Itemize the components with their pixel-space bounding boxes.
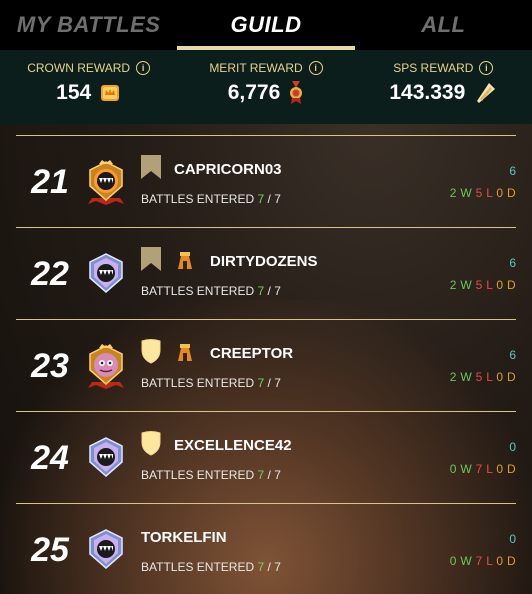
guild-battles-panel: MY BATTLES GUILD ALL CROWN REWARD i 154 … — [0, 0, 532, 594]
diamond-league-icon — [89, 529, 123, 569]
score-value: 6 — [509, 256, 516, 270]
sps-reward-label: SPS REWARD — [393, 61, 474, 75]
battles-entered: BATTLES ENTERED 7 / 7 — [141, 284, 281, 298]
battle-stats: 6 2 W 5 L 0 D — [449, 164, 516, 200]
player-name[interactable]: DIRTYDOZENS — [210, 253, 318, 270]
sps-token-icon — [477, 83, 496, 103]
score-value: 6 — [509, 348, 516, 362]
leaderboard-row[interactable]: 24 EXCELLENCE42 BATTLES ENTERED 7 / 7 0 … — [16, 411, 516, 504]
diamond-league-icon — [89, 437, 123, 477]
guild-shield-icon — [141, 431, 161, 456]
battles-entered: BATTLES ENTERED 7 / 7 — [141, 468, 281, 482]
rank-number: 22 — [31, 254, 69, 293]
score-value: 6 — [509, 164, 516, 178]
tab-my-battles[interactable]: MY BATTLES — [0, 0, 177, 50]
player-name[interactable]: CAPRICORN03 — [174, 161, 282, 178]
leaderboard-row[interactable]: 25 TORKELFIN BATTLES ENTERED 7 / 7 0 0 W… — [16, 503, 516, 594]
sps-reward: SPS REWARD i 143.339 — [355, 50, 532, 124]
rank-number: 21 — [31, 162, 69, 201]
gold-league-icon — [88, 160, 124, 205]
guild-tower-icon — [178, 344, 192, 361]
diamond-league-icon — [89, 253, 123, 293]
battle-stats: 0 0 W 7 L 0 D — [449, 440, 516, 476]
merit-reward-value: 6,776 — [227, 81, 281, 104]
merit-reward-label: MERIT REWARD — [209, 61, 303, 75]
player-avatar-icon — [88, 344, 124, 389]
rank-number: 23 — [31, 346, 69, 385]
battles-entered: BATTLES ENTERED 7 / 7 — [141, 192, 281, 206]
info-icon[interactable]: i — [136, 61, 151, 75]
player-name[interactable]: CREEPTOR — [210, 345, 293, 362]
tab-guild[interactable]: GUILD — [177, 0, 355, 50]
player-name[interactable]: EXCELLENCE42 — [174, 437, 292, 454]
crown-reward: CROWN REWARD i 154 — [0, 50, 177, 124]
score-value: 0 — [509, 532, 516, 546]
leaderboard-row[interactable]: 21 CAPRICORN03 BATTLES ENTERED 7 / 7 6 2… — [16, 135, 516, 228]
battles-entered: BATTLES ENTERED 7 / 7 — [141, 376, 281, 390]
score-value: 0 — [509, 440, 516, 454]
leaderboard-row[interactable]: 22 DIRTYDOZENS BATTLES ENTERED 7 / 7 6 2… — [16, 227, 516, 320]
battles-entered: BATTLES ENTERED 7 / 7 — [141, 560, 281, 574]
guild-banner-icon — [141, 155, 161, 179]
rank-number: 24 — [31, 438, 69, 477]
info-icon[interactable]: i — [479, 61, 494, 75]
leaderboard-row[interactable]: 23 CREEPTOR BATTLES ENTERED 7 / 7 6 2 W … — [16, 319, 516, 412]
sps-reward-value: 143.339 — [389, 81, 466, 104]
crown-reward-value: 154 — [56, 81, 92, 104]
battle-stats: 6 2 W 5 L 0 D — [449, 348, 516, 384]
battle-stats: 6 2 W 5 L 0 D — [449, 256, 516, 292]
crown-reward-label: CROWN REWARD — [27, 61, 131, 75]
info-icon[interactable]: i — [308, 61, 323, 75]
battle-stats: 0 0 W 7 L 0 D — [449, 532, 516, 568]
merit-medal-icon — [290, 81, 303, 104]
guild-tower-icon — [178, 252, 192, 269]
rewards-bar: CROWN REWARD i 154 MERIT REWARD i 6,776 — [0, 50, 532, 124]
guild-banner-icon — [141, 247, 161, 271]
merit-reward: MERIT REWARD i 6,776 — [177, 50, 354, 124]
guild-shield-icon — [141, 339, 161, 364]
rank-number: 25 — [31, 530, 69, 569]
tab-all[interactable]: ALL — [355, 0, 532, 50]
tab-bar: MY BATTLES GUILD ALL — [0, 0, 532, 50]
player-name[interactable]: TORKELFIN — [141, 529, 227, 546]
crown-icon — [101, 85, 120, 101]
